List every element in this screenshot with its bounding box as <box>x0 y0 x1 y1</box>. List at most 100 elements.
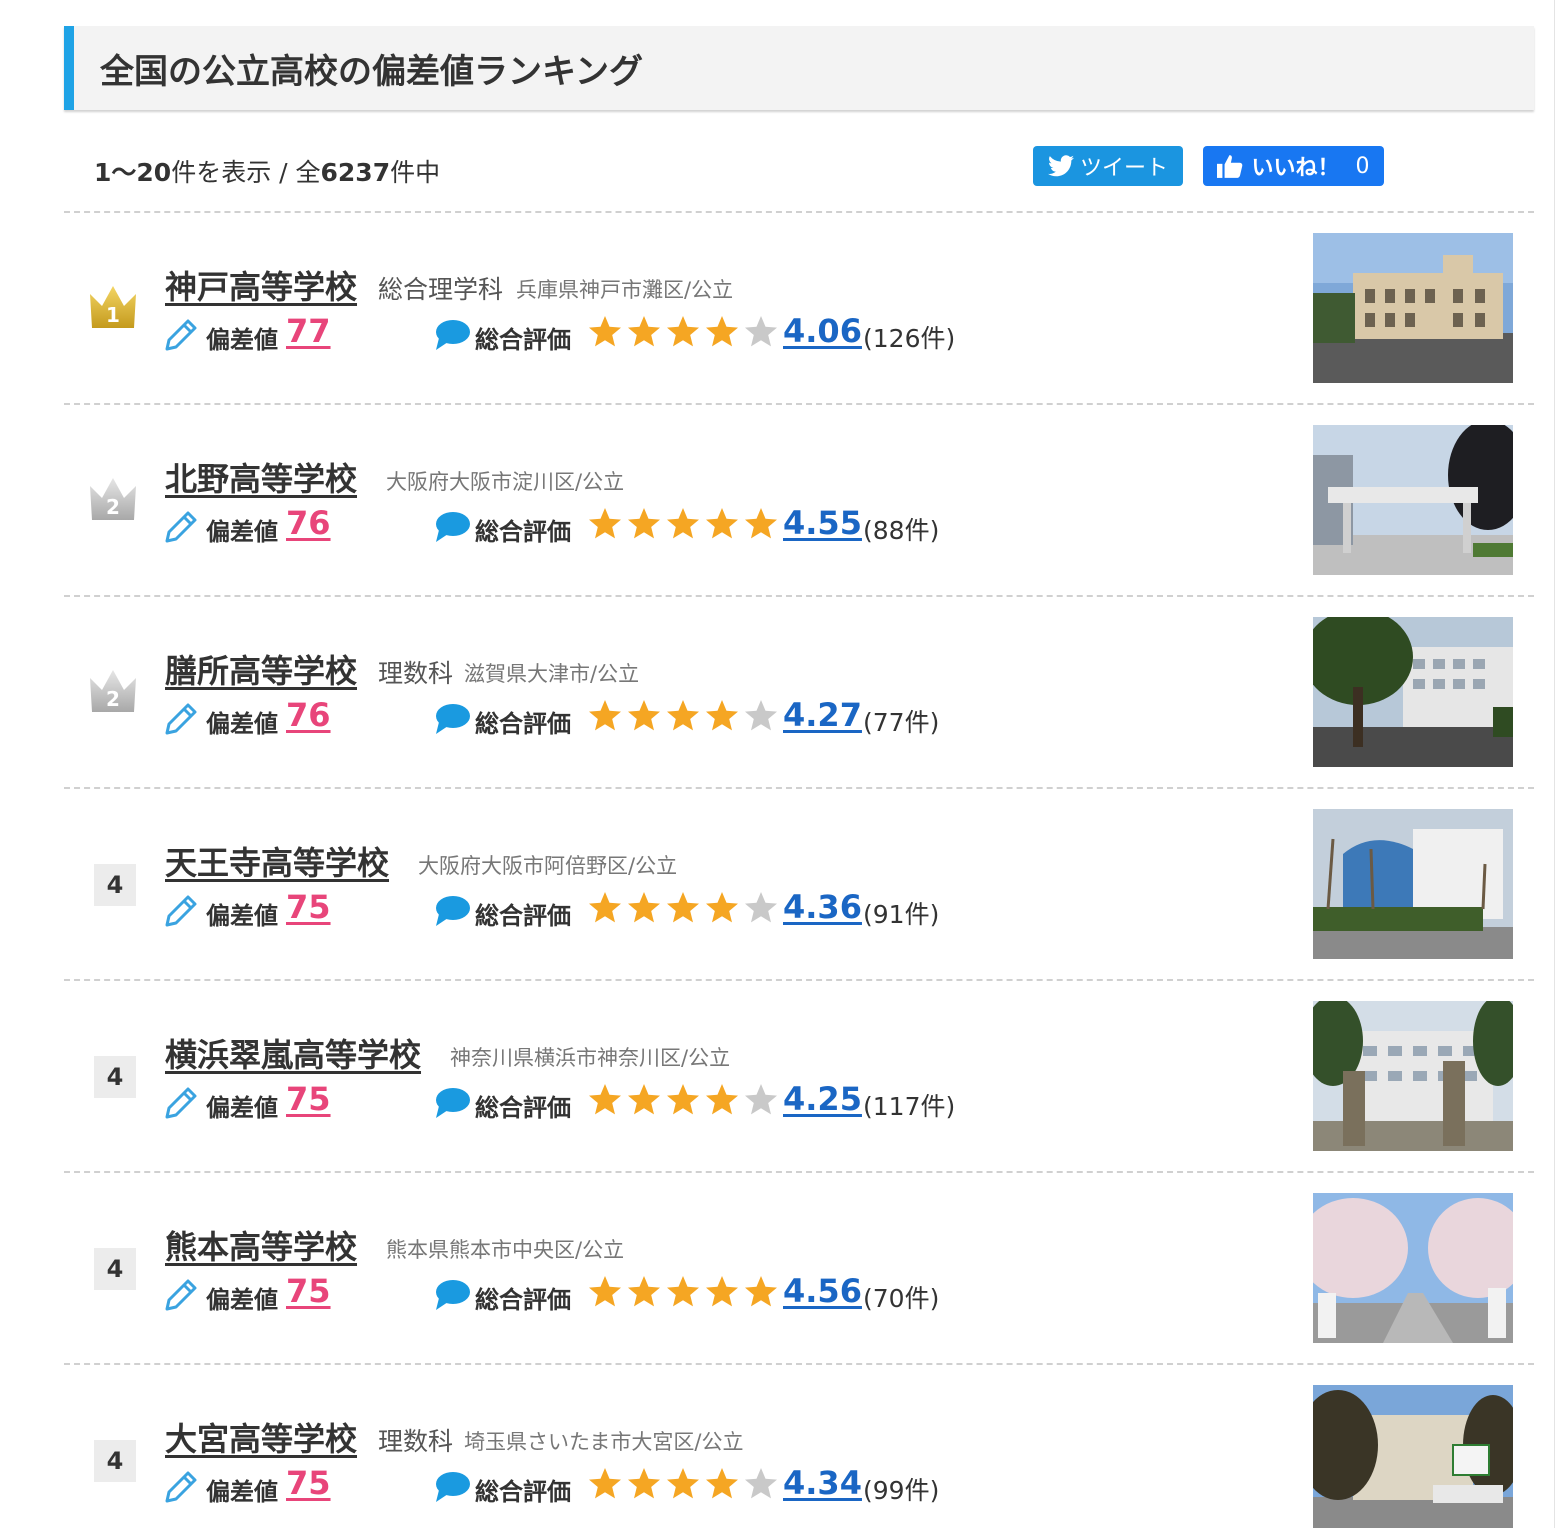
rank-number: 2 <box>106 495 120 519</box>
star-filled-icon <box>706 700 738 731</box>
rank-number: 2 <box>106 687 120 711</box>
hensachi-label: 偏差値 <box>206 710 278 738</box>
rating-value[interactable]: 4.25 <box>783 1080 862 1118</box>
like-count: 0 <box>1355 153 1370 179</box>
star-filled-icon <box>667 508 699 539</box>
rating-label: 総合評価 <box>475 1094 571 1122</box>
star-rating <box>587 890 779 926</box>
school-photo[interactable] <box>1313 1001 1513 1151</box>
school-location: 兵庫県神戸市灘区/公立 <box>516 278 734 302</box>
review-count: (88件) <box>863 516 940 545</box>
hensachi-value[interactable]: 75 <box>286 1464 331 1502</box>
silver-crown-icon: 2 <box>90 670 136 712</box>
school-location: 神奈川県横浜市神奈川区/公立 <box>450 1046 731 1070</box>
school-name-link[interactable]: 横浜翠嵐高等学校 <box>165 1030 421 1076</box>
star-rating <box>587 1466 779 1502</box>
speech-bubble-icon <box>436 704 470 734</box>
school-photo[interactable] <box>1313 809 1513 959</box>
school-name-link[interactable]: 熊本高等学校 <box>165 1222 357 1268</box>
result-range: 1～20 <box>94 158 172 187</box>
speech-bubble-icon <box>436 512 470 542</box>
ranking-row: 4 横浜翠嵐高等学校 神奈川県横浜市神奈川区/公立 偏差値 75 総合評価 4.… <box>0 980 1567 1172</box>
speech-bubble-icon <box>436 320 470 350</box>
star-filled-icon <box>667 1468 699 1499</box>
scrollbar[interactable] <box>1554 0 1567 1528</box>
review-count: (117件) <box>863 1092 956 1121</box>
pencil-icon <box>165 1471 197 1503</box>
star-filled-icon <box>628 1468 660 1499</box>
star-empty-icon <box>745 1468 777 1499</box>
review-count: (91件) <box>863 900 940 929</box>
school-name-link[interactable]: 神戸高等学校 <box>165 262 357 308</box>
school-name-link[interactable]: 天王寺高等学校 <box>165 838 389 884</box>
hensachi-value[interactable]: 77 <box>286 312 331 350</box>
rating-value[interactable]: 4.56 <box>783 1272 862 1310</box>
star-rating <box>587 314 779 350</box>
speech-bubble-icon <box>436 1280 470 1310</box>
school-name-link[interactable]: 大宮高等学校 <box>165 1414 357 1460</box>
page-header: 全国の公立高校の偏差値ランキング <box>64 26 1534 110</box>
school-photo[interactable] <box>1313 1193 1513 1343</box>
hensachi-label: 偏差値 <box>206 1286 278 1314</box>
tweet-button[interactable]: ツイート <box>1033 146 1183 186</box>
star-rating <box>587 1082 779 1118</box>
school-location: 大阪府大阪市淀川区/公立 <box>386 470 625 494</box>
hensachi-label: 偏差値 <box>206 902 278 930</box>
hensachi-label: 偏差値 <box>206 1094 278 1122</box>
star-filled-icon <box>745 508 777 539</box>
speech-bubble-icon <box>436 1088 470 1118</box>
star-filled-icon <box>667 1276 699 1307</box>
rating-value[interactable]: 4.34 <box>783 1464 862 1502</box>
rating-label: 総合評価 <box>475 902 571 930</box>
hensachi-value[interactable]: 75 <box>286 888 331 926</box>
like-button[interactable]: いいね！ 0 <box>1203 146 1384 186</box>
rating-value[interactable]: 4.36 <box>783 888 862 926</box>
pencil-icon <box>165 895 197 927</box>
star-filled-icon <box>589 1468 621 1499</box>
hensachi-value[interactable]: 76 <box>286 504 331 542</box>
star-filled-icon <box>667 1084 699 1115</box>
star-filled-icon <box>706 508 738 539</box>
school-name-link[interactable]: 膳所高等学校 <box>165 646 357 692</box>
review-count: (126件) <box>863 324 956 353</box>
school-name-link[interactable]: 北野高等学校 <box>165 454 357 500</box>
page-title: 全国の公立高校の偏差値ランキング <box>100 52 643 92</box>
star-empty-icon <box>745 1084 777 1115</box>
star-filled-icon <box>589 700 621 731</box>
school-photo[interactable] <box>1313 425 1513 575</box>
review-count: (77件) <box>863 708 940 737</box>
rating-label: 総合評価 <box>475 1286 571 1314</box>
result-total: 6237 <box>320 158 391 187</box>
school-photo[interactable] <box>1313 233 1513 383</box>
school-photo[interactable] <box>1313 617 1513 767</box>
rating-value[interactable]: 4.06 <box>783 312 862 350</box>
rank-number: 1 <box>106 303 120 327</box>
hensachi-value[interactable]: 76 <box>286 696 331 734</box>
star-filled-icon <box>589 1084 621 1115</box>
pencil-icon <box>165 511 197 543</box>
rating-value[interactable]: 4.27 <box>783 696 862 734</box>
star-filled-icon <box>628 1276 660 1307</box>
pencil-icon <box>165 703 197 735</box>
star-rating <box>587 506 779 542</box>
school-photo[interactable] <box>1313 1385 1513 1528</box>
star-filled-icon <box>628 508 660 539</box>
ranking-row: 2 北野高等学校 大阪府大阪市淀川区/公立 偏差値 76 総合評価 4.55 (… <box>0 404 1567 596</box>
star-filled-icon <box>706 316 738 347</box>
result-count: 1～20件を表示 / 全6237件中 <box>94 153 440 189</box>
rank-number: 4 <box>94 1440 136 1482</box>
speech-bubble-icon <box>436 896 470 926</box>
ranking-row: 4 大宮高等学校 理数科 埼玉県さいたま市大宮区/公立 偏差値 75 総合評価 … <box>0 1364 1567 1528</box>
school-department: 理数科 <box>378 1427 454 1456</box>
ranking-row: 1 神戸高等学校 総合理学科 兵庫県神戸市灘区/公立 偏差値 77 総合評価 4… <box>0 212 1567 404</box>
star-filled-icon <box>628 1084 660 1115</box>
pencil-icon <box>165 1087 197 1119</box>
hensachi-value[interactable]: 75 <box>286 1080 331 1118</box>
ranking-row: 4 天王寺高等学校 大阪府大阪市阿倍野区/公立 偏差値 75 総合評価 4.36… <box>0 788 1567 980</box>
pencil-icon <box>165 319 197 351</box>
star-empty-icon <box>745 892 777 923</box>
hensachi-value[interactable]: 75 <box>286 1272 331 1310</box>
hensachi-label: 偏差値 <box>206 1478 278 1506</box>
rating-label: 総合評価 <box>475 710 571 738</box>
rating-value[interactable]: 4.55 <box>783 504 862 542</box>
